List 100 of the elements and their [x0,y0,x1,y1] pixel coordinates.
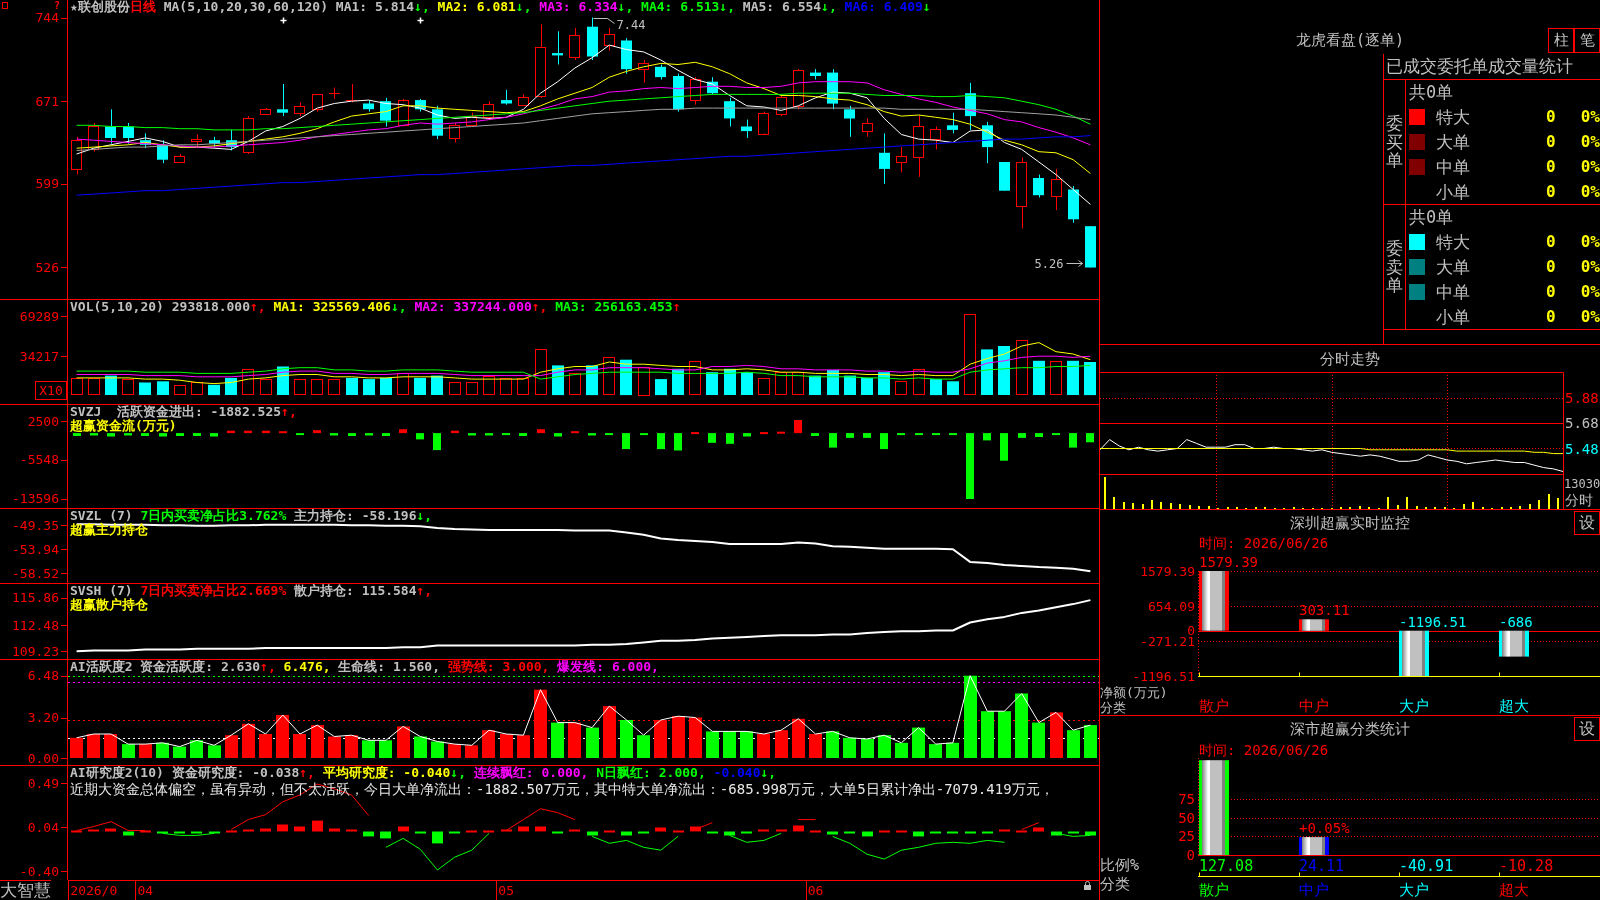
histogram-bar [225,735,238,758]
histogram-bar [637,735,650,758]
histogram-bar [604,830,615,833]
candlestick [707,76,718,95]
candlestick [827,68,838,110]
app-name-text: 大智慧 [0,880,51,900]
histogram-bar [173,746,186,758]
axis-label: 115.86 [12,590,59,606]
histogram-bar [915,433,923,436]
histogram-bar [191,831,202,834]
histogram-bar [346,829,357,832]
candlestick [569,27,580,61]
candlestick [140,132,151,149]
histogram-bar [210,433,218,437]
candlestick [965,82,976,131]
histogram-bar [811,433,819,436]
histogram-bar [706,731,719,758]
indicator-legend: SVZJ 活跃资金进出: -1882.525↑, [70,405,297,419]
chart-bar [1299,619,1329,631]
histogram-bar [1085,831,1096,836]
histogram-bar [262,430,270,434]
volume-bar [603,357,615,395]
right-arrow-icon [1066,260,1083,267]
axis-label: -58.52 [12,565,59,581]
histogram-bar [603,706,616,758]
order-count: 0 [1546,231,1556,252]
histogram-bar [312,820,323,832]
order-percent: 0% [1580,281,1600,302]
settings-button[interactable]: 设 [1574,717,1600,741]
order-percent: 0% [1580,181,1600,202]
candlestick [638,59,649,84]
histogram-bar [122,744,135,758]
histogram-bar [227,430,235,434]
axis-label: 112.48 [12,617,59,633]
order-size-label: 特大 [1436,231,1470,252]
candlestick [432,105,443,140]
candlestick [483,100,494,121]
settings-button[interactable]: 设 [1574,511,1600,535]
category-label: 大户 [1399,881,1429,899]
histogram-bar [568,722,581,758]
table-title: 已成交委托单成交量统计 [1386,55,1573,78]
histogram-bar [244,430,252,434]
histogram-bar [740,731,753,758]
indicator-legend: AI活跃度2 资金活跃度: 2.630↑, 6.476, 生命线: 1.560, 强势线: 3.000, 爆发线: 6.000, [70,660,659,674]
volume-bar [535,349,547,395]
histogram-bar [537,429,545,434]
category-label: 超大 [1499,697,1529,715]
candlestick [552,30,563,65]
plus-marker-icon [279,16,288,25]
histogram-bar [862,831,873,837]
candlestick [673,73,684,113]
candlestick [879,132,890,185]
indicator-legend: VOL(5,10,20) 293818.000↑, MA1: 325569.406↓, MA2: 337244.000↑, MA3: 256163.453↑ [70,300,681,314]
histogram-bar [844,831,855,834]
ratio-value: -40.91 [1399,857,1454,875]
histogram-bar [878,735,891,758]
histogram-bar [793,825,804,832]
histogram-bar [777,431,785,434]
volume-bar [105,375,117,395]
histogram-bar [726,433,734,444]
axis-label: 69289 [19,308,59,324]
histogram-bar [380,831,391,839]
histogram-bar [482,730,495,758]
order-size-label: 大单 [1436,256,1470,277]
help-mark[interactable]: ? [54,0,60,11]
category-label: 中户 [1299,697,1329,715]
axis-label: 0.00 [27,750,59,765]
histogram-bar [657,433,665,450]
volume-bar [191,382,203,395]
panel-title: 龙虎看盘(逐单) [1295,31,1405,49]
histogram-bar [1084,725,1097,758]
volume-bar [311,379,323,395]
candlestick [226,129,237,151]
view-toggle-button[interactable]: 柱 [1548,28,1574,53]
order-total: 共0单 [1409,206,1454,229]
histogram-bar [483,830,494,833]
histogram-bar [328,736,341,758]
axis-label: 0.49 [27,775,59,791]
price-annotation: 5.26 [1034,256,1064,271]
order-count: 0 [1546,181,1556,202]
histogram-bar [743,433,751,437]
histogram-bar [70,737,83,758]
histogram-bar [71,830,82,833]
histogram-bar [895,742,908,758]
volume-bar [689,361,701,395]
histogram-bar [190,740,203,758]
volume-bar [466,382,478,395]
axis-label: 5.48 [1565,440,1599,457]
category-label: 中户 [1299,881,1329,899]
candlestick [466,112,477,127]
histogram-bar [362,740,375,758]
histogram-bar [708,433,716,443]
histogram-bar [846,433,854,438]
view-toggle-button[interactable]: 笔 [1574,28,1600,53]
volume-bar [792,372,804,395]
histogram-bar [415,831,426,834]
data-label: 303.11 [1299,602,1350,619]
histogram-bar [501,829,512,832]
order-size-label: 小单 [1436,181,1470,202]
order-count: 0 [1546,306,1556,327]
